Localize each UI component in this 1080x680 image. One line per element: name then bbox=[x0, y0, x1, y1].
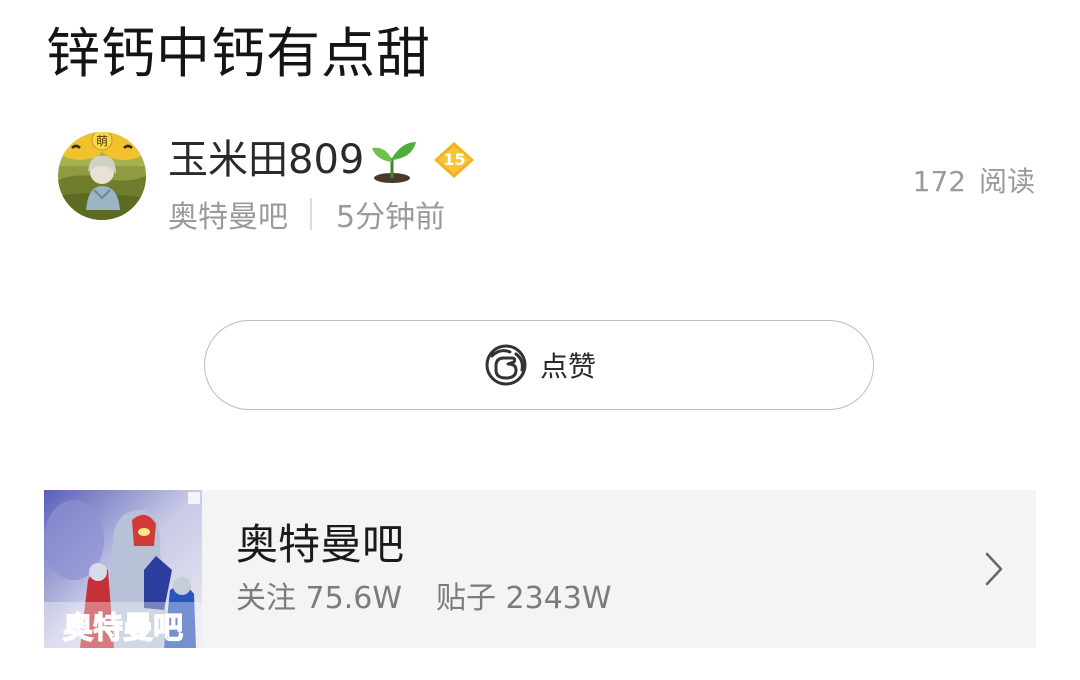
forum-card[interactable]: 奥特曼吧 奥特曼吧 关注 75.6W 贴子 2343W bbox=[44, 490, 1036, 648]
avatar[interactable]: 萌 bbox=[58, 132, 146, 220]
meta-divider bbox=[310, 198, 312, 230]
author-name-line: 玉米田809 15 bbox=[168, 132, 476, 188]
like-label: 点赞 bbox=[539, 350, 596, 383]
author-forum[interactable]: 奥特曼吧 bbox=[168, 192, 288, 236]
forum-thumbnail-image: 奥特曼吧 bbox=[44, 490, 202, 648]
post-time: 5分钟前 bbox=[336, 200, 446, 235]
level-number: 15 bbox=[443, 150, 466, 169]
read-count: 172 阅读 bbox=[912, 165, 1035, 198]
forum-post-count: 贴子 2343W bbox=[436, 581, 612, 616]
chevron-right-icon bbox=[985, 552, 1003, 586]
level-badge: 15 bbox=[432, 140, 476, 180]
like-icon bbox=[485, 344, 527, 386]
author-name[interactable]: 玉米田809 bbox=[168, 132, 364, 188]
svg-text:萌: 萌 bbox=[96, 134, 108, 148]
author-meta: 奥特曼吧 5分钟前 bbox=[168, 192, 445, 236]
forum-stats: 关注 75.6W 贴子 2343W bbox=[236, 578, 612, 620]
post-detail-page: 锌钙中钙有点甜 萌 玉米田809 15 奥特曼吧 5分钟前 172 阅读 点赞 … bbox=[0, 0, 1080, 680]
forum-thumbnail: 奥特曼吧 bbox=[44, 490, 202, 648]
author-row: 萌 玉米田809 15 奥特曼吧 5分钟前 172 阅读 bbox=[58, 128, 1038, 238]
svg-text:奥特曼吧: 奥特曼吧 bbox=[63, 611, 183, 646]
like-button[interactable]: 点赞 bbox=[204, 320, 874, 410]
sprout-icon bbox=[372, 142, 417, 183]
post-title: 锌钙中钙有点甜 bbox=[46, 22, 431, 85]
forum-follow-count: 关注 75.6W bbox=[236, 581, 402, 616]
forum-name: 奥特曼吧 bbox=[236, 520, 405, 569]
avatar-image: 萌 bbox=[58, 132, 146, 220]
